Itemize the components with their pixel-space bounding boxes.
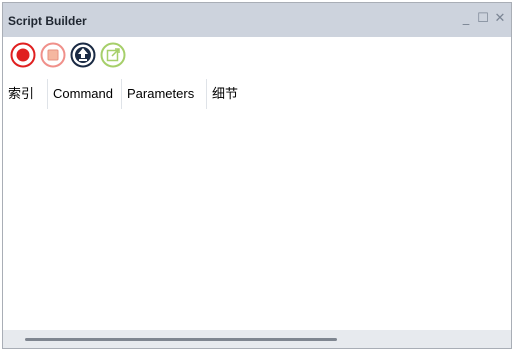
stop-icon [40,42,66,68]
table-body[interactable] [3,109,511,330]
window-title: Script Builder [8,14,87,28]
title-bar[interactable]: Script Builder _ ☐ ✕ [3,3,511,37]
export-icon [100,42,126,68]
column-header-parameters[interactable]: Parameters [122,79,207,109]
horizontal-scrollbar[interactable] [3,330,511,348]
column-header-command[interactable]: Command [48,79,122,109]
column-header-details[interactable]: 细节 [207,79,257,109]
table-header: 索引 Command Parameters 细节 [3,79,511,109]
script-builder-window: Script Builder _ ☐ ✕ 索引 Command Paramete… [2,2,512,349]
column-header-index[interactable]: 索引 [3,79,48,109]
stop-button[interactable] [40,42,66,68]
export-button[interactable] [100,42,126,68]
upload-icon [70,42,96,68]
toolbar [3,37,511,77]
record-button[interactable] [10,42,36,68]
scrollbar-thumb[interactable] [25,338,337,341]
minimize-button[interactable]: _ [459,12,473,26]
close-button[interactable]: ✕ [493,12,507,26]
upload-button[interactable] [70,42,96,68]
record-icon [10,42,36,68]
maximize-button[interactable]: ☐ [476,12,490,26]
